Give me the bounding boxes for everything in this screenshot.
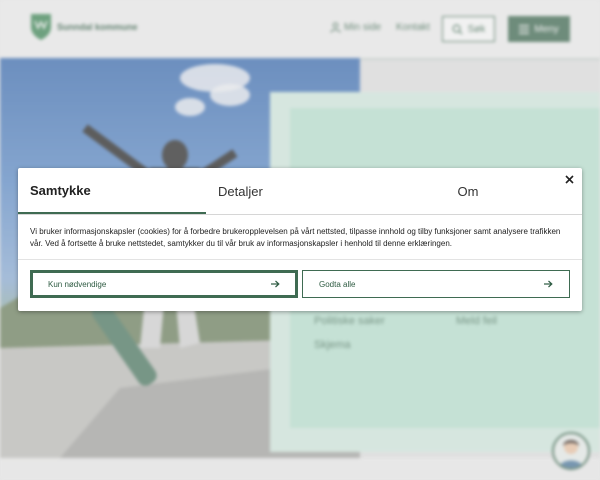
tab-details[interactable]: Detaljer bbox=[206, 168, 394, 214]
arrow-right-icon bbox=[271, 280, 280, 288]
arrow-right-icon bbox=[544, 280, 553, 288]
tab-consent[interactable]: Samtykke bbox=[18, 168, 206, 214]
necessary-only-label: Kun nødvendige bbox=[48, 279, 107, 289]
close-icon bbox=[564, 174, 574, 184]
consent-text: Vi bruker informasjonskapsler (cookies) … bbox=[30, 227, 561, 248]
divider bbox=[18, 259, 582, 260]
cookie-consent-dialog: Samtykke Detaljer Om Vi bruker informasj… bbox=[18, 168, 582, 311]
accept-all-label: Godta alle bbox=[319, 279, 356, 289]
accept-all-button[interactable]: Godta alle bbox=[302, 270, 570, 298]
tab-about[interactable]: Om bbox=[394, 168, 582, 214]
consent-tabs: Samtykke Detaljer Om bbox=[18, 168, 582, 215]
necessary-only-button[interactable]: Kun nødvendige bbox=[30, 270, 298, 298]
close-button[interactable] bbox=[562, 172, 576, 186]
